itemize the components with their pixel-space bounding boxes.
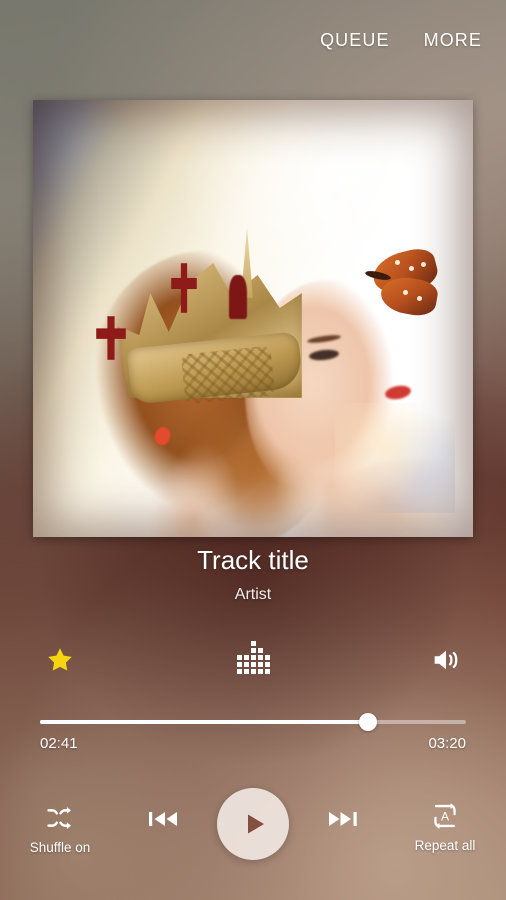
repeat-label: Repeat all: [414, 838, 476, 853]
next-track-icon: [329, 812, 357, 826]
repeat-button[interactable]: A Repeat all: [400, 802, 490, 853]
equalizer-icon[interactable]: [229, 636, 277, 684]
queue-button[interactable]: QUEUE: [320, 30, 390, 51]
shuffle-icon: [47, 807, 71, 829]
previous-track-icon: [149, 812, 177, 826]
play-button-circle: [217, 788, 289, 860]
repeat-all-icon: A: [434, 803, 456, 829]
top-bar: QUEUE MORE: [0, 0, 506, 80]
play-button[interactable]: [217, 788, 289, 860]
play-icon: [248, 814, 264, 834]
current-time-label: 02:41: [40, 735, 78, 752]
next-button[interactable]: [318, 806, 368, 832]
progress-thumb[interactable]: [359, 713, 378, 731]
more-button[interactable]: MORE: [424, 30, 482, 51]
track-title: Track title: [197, 545, 309, 575]
quick-actions-row: [0, 636, 506, 684]
previous-button[interactable]: [138, 806, 188, 832]
volume-icon[interactable]: [422, 636, 470, 684]
shuffle-button[interactable]: Shuffle on: [18, 804, 102, 855]
butterfly-detail: [351, 244, 451, 324]
progress-slider[interactable]: [40, 713, 466, 731]
album-art[interactable]: [33, 100, 473, 537]
album-art-image: [33, 100, 473, 537]
playback-controls: Shuffle on A Repeat all: [0, 788, 506, 888]
total-time-label: 03:20: [428, 735, 466, 752]
svg-text:A: A: [441, 810, 450, 824]
shuffle-label: Shuffle on: [29, 840, 91, 855]
star-icon[interactable]: [36, 636, 84, 684]
progress-fill: [40, 720, 369, 724]
track-artist: Artist: [234, 586, 272, 603]
